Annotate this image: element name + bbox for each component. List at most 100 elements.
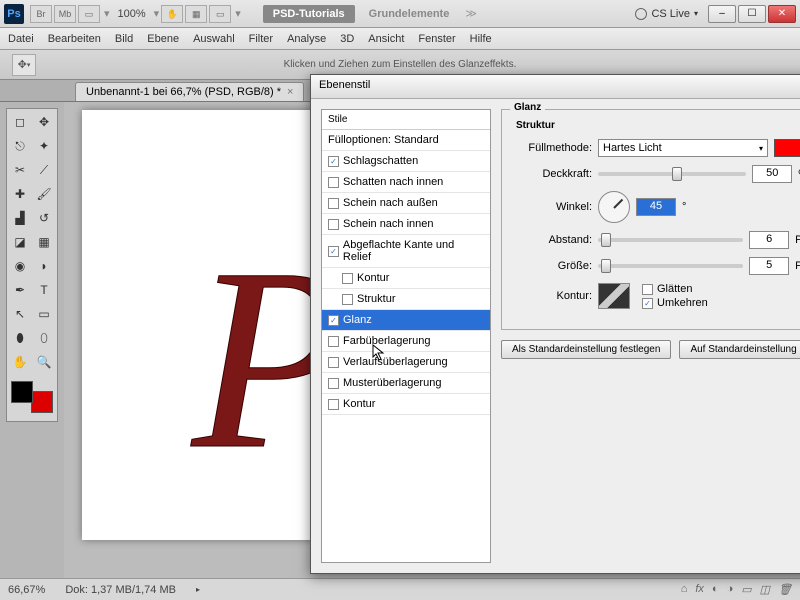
style-row[interactable]: Schein nach innen [322, 214, 490, 235]
3d-camera-tool[interactable]: ⬯ [33, 327, 55, 349]
style-row[interactable]: Glanz [322, 310, 490, 331]
menu-ebene[interactable]: Ebene [147, 33, 179, 45]
history-brush-tool[interactable]: ↺ [33, 207, 55, 229]
zoom-level[interactable]: 100% [118, 8, 146, 20]
fx-icon[interactable]: fx [695, 583, 704, 596]
heal-tool[interactable]: ✚ [9, 183, 31, 205]
minimize-button[interactable]: – [708, 5, 736, 23]
move-tool-icon[interactable]: ✥▾ [12, 54, 36, 76]
style-checkbox[interactable] [328, 198, 339, 209]
close-button[interactable]: ✕ [768, 5, 796, 23]
zoom-tool[interactable]: 🔍 [33, 351, 55, 373]
menu-analyse[interactable]: Analyse [287, 33, 326, 45]
cslive-button[interactable]: CS Live ▾ [635, 8, 698, 20]
color-swatch[interactable] [774, 139, 800, 157]
trash-icon[interactable]: 🗑 [778, 583, 792, 596]
eraser-tool[interactable]: ◪ [9, 231, 31, 253]
shape-tool[interactable]: ▭ [33, 303, 55, 325]
3d-tool[interactable]: ⬮ [9, 327, 31, 349]
docs-icon[interactable]: ▭ [209, 5, 231, 23]
contour-picker[interactable] [598, 283, 630, 309]
style-checkbox[interactable] [342, 273, 353, 284]
screen-mode-icon[interactable]: ▭ [78, 5, 100, 23]
winkel-dial[interactable] [598, 191, 630, 223]
fill-options-row[interactable]: Fülloptionen: Standard [322, 130, 490, 151]
deckkraft-input[interactable]: 50 [752, 165, 792, 183]
bridge-icon[interactable]: Br [30, 5, 52, 23]
close-tab-icon[interactable]: × [287, 86, 293, 98]
style-checkbox[interactable] [328, 315, 339, 326]
glaetten-checkbox[interactable]: Glätten [642, 283, 708, 295]
style-row[interactable]: Struktur [322, 289, 490, 310]
blur-tool[interactable]: ◉ [9, 255, 31, 277]
style-checkbox[interactable] [328, 378, 339, 389]
new-layer-icon[interactable]: ◫ [760, 583, 770, 596]
chevron-right-icon[interactable]: ≫ [465, 7, 477, 20]
background-color-swatch[interactable] [31, 391, 53, 413]
groesse-input[interactable]: 5 [749, 257, 789, 275]
abstand-input[interactable]: 6 [749, 231, 789, 249]
pen-tool[interactable]: ✒ [9, 279, 31, 301]
status-zoom[interactable]: 66,67% [8, 584, 45, 596]
deckkraft-slider[interactable] [598, 172, 746, 176]
fuellmethode-combo[interactable]: Hartes Licht [598, 139, 768, 157]
marquee-tool[interactable]: ◻ [9, 111, 31, 133]
style-row[interactable]: Abgeflachte Kante und Relief [322, 235, 490, 268]
style-row[interactable]: Schatten nach innen [322, 172, 490, 193]
style-row[interactable]: Kontur [322, 268, 490, 289]
style-row[interactable]: Schein nach außen [322, 193, 490, 214]
menu-hilfe[interactable]: Hilfe [470, 33, 492, 45]
style-checkbox[interactable] [328, 336, 339, 347]
hand-tool-icon[interactable]: ✋ [161, 5, 183, 23]
workspace-tab-grund[interactable]: Grundelemente [359, 5, 460, 23]
foreground-color-swatch[interactable] [11, 381, 33, 403]
menu-bild[interactable]: Bild [115, 33, 133, 45]
menu-auswahl[interactable]: Auswahl [193, 33, 235, 45]
style-row[interactable]: Kontur [322, 394, 490, 415]
type-tool[interactable]: T [33, 279, 55, 301]
brush-tool[interactable]: 🖌 [33, 183, 55, 205]
grid-icon[interactable]: ▦ [185, 5, 207, 23]
umkehren-checkbox[interactable]: Umkehren [642, 297, 708, 309]
lasso-tool[interactable]: ⎋ [9, 135, 31, 157]
groesse-slider[interactable] [598, 264, 743, 268]
workspace-tab-psd[interactable]: PSD-Tutorials [263, 5, 355, 23]
document-tab[interactable]: Unbenannt-1 bei 66,7% (PSD, RGB/8) * × [75, 82, 304, 101]
maximize-button[interactable]: ☐ [738, 5, 766, 23]
adjustment-icon[interactable]: ◑ [727, 583, 734, 596]
style-checkbox[interactable] [328, 357, 339, 368]
menu-filter[interactable]: Filter [249, 33, 273, 45]
dialog-title[interactable]: Ebenenstil [311, 75, 800, 99]
style-list-header[interactable]: Stile [322, 110, 490, 130]
move-tool[interactable]: ✥ [33, 111, 55, 133]
menu-3d[interactable]: 3D [340, 33, 354, 45]
winkel-input[interactable]: 45 [636, 198, 676, 216]
style-checkbox[interactable] [342, 294, 353, 305]
menu-datei[interactable]: Datei [8, 33, 34, 45]
path-tool[interactable]: ↖ [9, 303, 31, 325]
hand-tool[interactable]: ✋ [9, 351, 31, 373]
status-dok[interactable]: Dok: 1,37 MB/1,74 MB [65, 584, 176, 596]
link-icon[interactable]: ⌂ [681, 583, 688, 596]
menu-fenster[interactable]: Fenster [418, 33, 455, 45]
minibridge-icon[interactable]: Mb [54, 5, 76, 23]
mask-icon[interactable]: ◐ [712, 583, 719, 596]
stamp-tool[interactable]: ▟ [9, 207, 31, 229]
style-checkbox[interactable] [328, 219, 339, 230]
menu-ansicht[interactable]: Ansicht [368, 33, 404, 45]
style-row[interactable]: Musterüberlagerung [322, 373, 490, 394]
style-row[interactable]: Farbüberlagerung [322, 331, 490, 352]
style-checkbox[interactable] [328, 399, 339, 410]
folder-icon[interactable]: ▭ [741, 583, 751, 596]
gradient-tool[interactable]: ▦ [33, 231, 55, 253]
style-checkbox[interactable] [328, 177, 339, 188]
dodge-tool[interactable]: ◗ [33, 255, 55, 277]
style-row[interactable]: Schlagschatten [322, 151, 490, 172]
wand-tool[interactable]: ✦ [33, 135, 55, 157]
eyedropper-tool[interactable]: ⟋ [33, 159, 55, 181]
style-checkbox[interactable] [328, 156, 339, 167]
crop-tool[interactable]: ✂ [9, 159, 31, 181]
color-swatches[interactable] [9, 379, 55, 415]
chevron-right-icon[interactable]: ▸ [196, 585, 200, 594]
style-row[interactable]: Verlaufsüberlagerung [322, 352, 490, 373]
